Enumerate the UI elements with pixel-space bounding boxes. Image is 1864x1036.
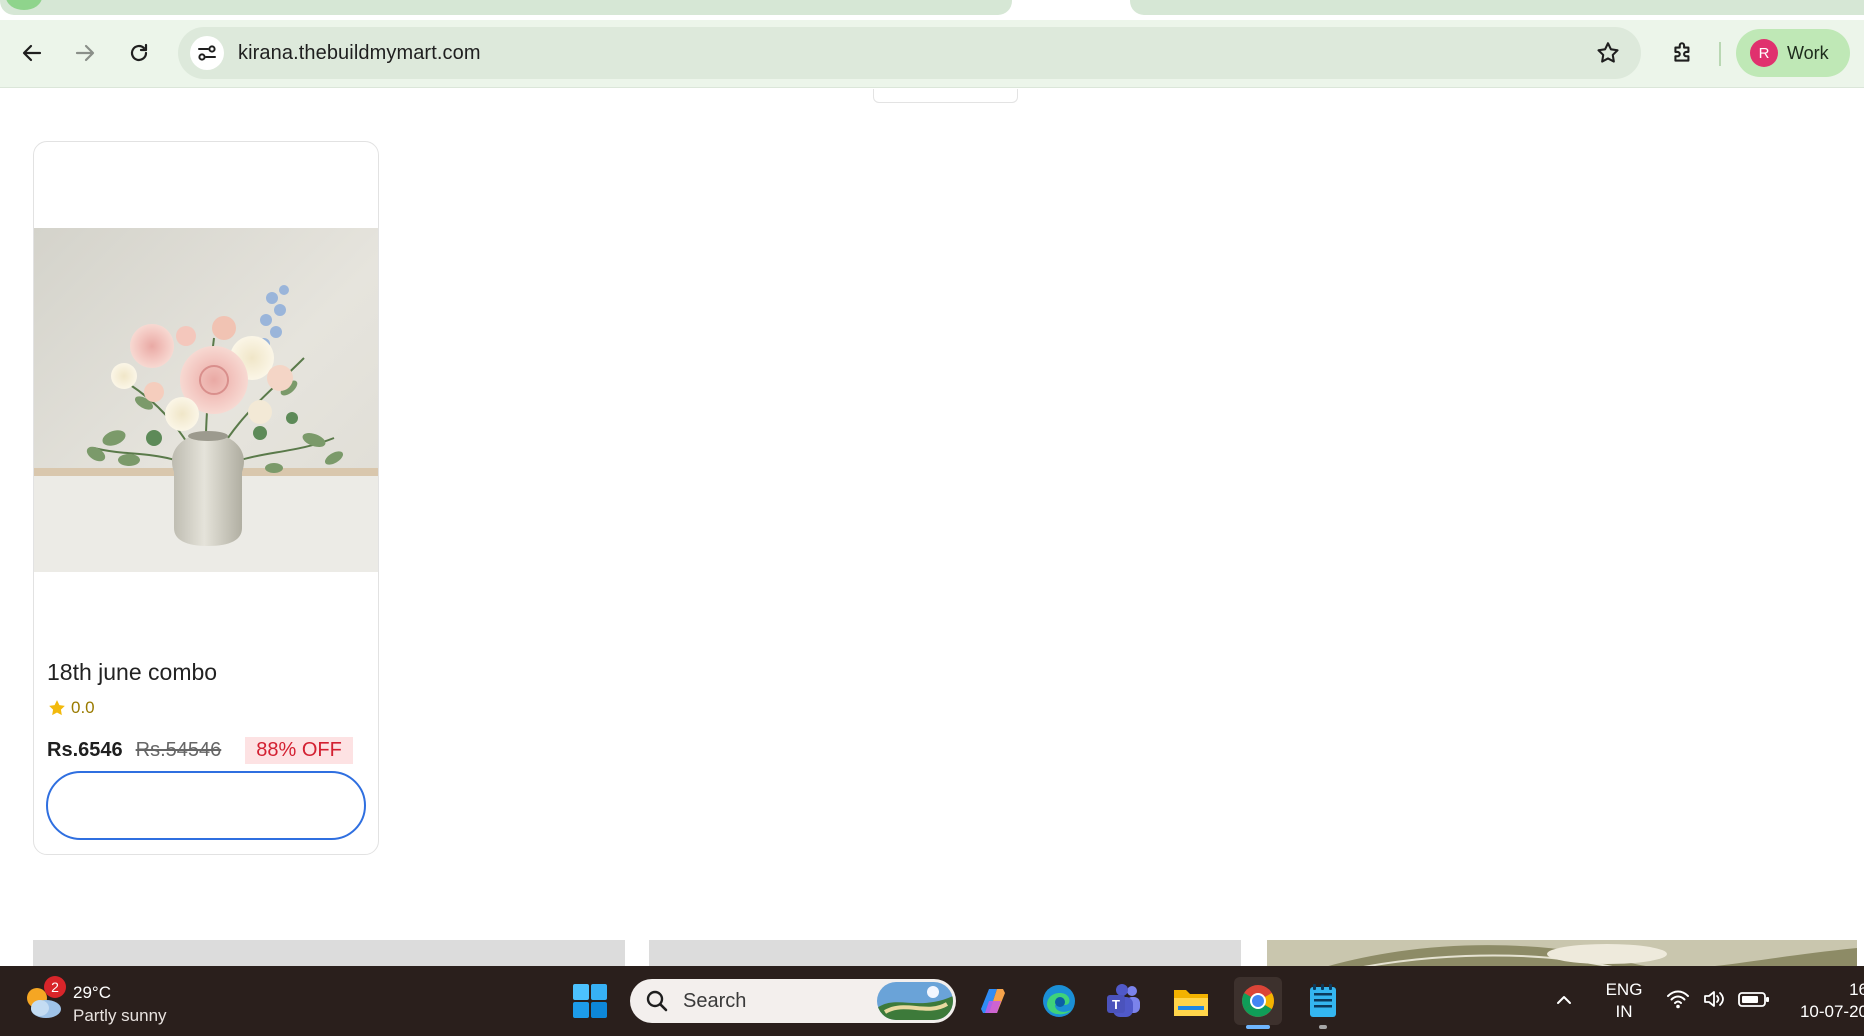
profile-label: Work	[1787, 42, 1829, 63]
product-rating: 0.0	[47, 698, 95, 718]
svg-text:T: T	[1112, 997, 1120, 1012]
url-text[interactable]: kirana.thebuildmymart.com	[238, 42, 481, 65]
lang-line2: IN	[1615, 1002, 1633, 1021]
battery-icon[interactable]	[1738, 989, 1770, 1009]
avatar: R	[1750, 39, 1778, 67]
edge-icon	[1043, 985, 1075, 1017]
extensions-button[interactable]	[1664, 34, 1702, 72]
browser-tab-inactive[interactable]	[1130, 0, 1864, 15]
search-icon	[646, 990, 668, 1012]
edge-button[interactable]	[1035, 977, 1083, 1025]
back-icon	[22, 44, 42, 62]
wifi-icon[interactable]	[1666, 988, 1690, 1010]
reload-button[interactable]	[120, 34, 158, 72]
file-explorer-icon	[1174, 990, 1208, 1016]
tab-favicon	[6, 0, 42, 10]
windows-start-icon	[573, 984, 607, 1018]
copilot-icon	[981, 989, 1005, 1013]
notepad-icon	[1310, 984, 1336, 1017]
copilot-button[interactable]	[969, 977, 1017, 1025]
leaf-image	[1267, 940, 1857, 966]
weather-temp: 29°C	[73, 983, 111, 1002]
extensions-icon	[1674, 42, 1690, 62]
site-info-button[interactable]	[190, 36, 224, 70]
toolbar-divider	[1719, 42, 1721, 66]
chevron-up-icon[interactable]	[1554, 990, 1574, 1010]
weather-widget[interactable]: 2 29°C Partly sunny	[22, 976, 222, 1028]
profile-button[interactable]: R Work	[1736, 29, 1850, 77]
forward-icon	[75, 44, 95, 62]
reload-icon	[130, 43, 148, 62]
product-title[interactable]: 18th june combo	[47, 659, 217, 686]
rating-value: 0.0	[71, 698, 95, 717]
bookmark-star-icon[interactable]	[1595, 40, 1621, 66]
top-partial-element	[873, 89, 1018, 103]
add-to-cart-button[interactable]	[46, 771, 366, 840]
product-card[interactable]: 18th june combo 0.0 Rs.6546 Rs.54546 88%…	[33, 141, 379, 855]
browser-toolbar: kirana.thebuildmymart.com R Work	[0, 20, 1864, 88]
notepad-button[interactable]	[1299, 977, 1347, 1029]
search-highlight-image	[877, 982, 953, 1020]
forward-button[interactable]	[66, 34, 104, 72]
selling-price: Rs.6546	[47, 738, 123, 761]
weather-desc: Partly sunny	[73, 1006, 167, 1025]
address-bar[interactable]: kirana.thebuildmymart.com	[178, 27, 1641, 79]
lang-line1: ENG	[1605, 980, 1643, 999]
product-card-row2-1[interactable]	[33, 940, 625, 966]
file-explorer-button[interactable]	[1167, 977, 1215, 1025]
original-price: Rs.54546	[135, 738, 222, 761]
weather-badge: 2	[44, 976, 66, 998]
taskbar-search[interactable]: Search	[630, 979, 956, 1023]
star-icon	[49, 700, 65, 716]
flower-vase-image	[34, 228, 378, 572]
back-button[interactable]	[13, 34, 51, 72]
site-info-icon	[198, 45, 216, 61]
teams-button[interactable]: T	[1100, 977, 1148, 1025]
clock-date: 10-07-20	[1799, 1002, 1864, 1021]
product-card-row2-2[interactable]	[649, 940, 1241, 966]
chrome-button[interactable]	[1234, 977, 1282, 1029]
browser-tab-active[interactable]	[0, 0, 1012, 15]
system-tray[interactable]	[1666, 988, 1770, 1010]
product-image[interactable]	[34, 228, 378, 572]
language-indicator[interactable]: ENG IN	[1600, 979, 1648, 1023]
windows-taskbar: 2 29°C Partly sunny Search T ENG IN 16 1…	[0, 966, 1864, 1036]
teams-icon: T	[1107, 984, 1140, 1017]
system-clock[interactable]: 16 10-07-20	[1788, 979, 1864, 1023]
chrome-icon	[1242, 985, 1274, 1017]
tab-strip	[0, 0, 1864, 20]
clock-time: 16	[1849, 980, 1864, 999]
start-button[interactable]	[566, 977, 614, 1025]
price-row: Rs.6546 Rs.54546 88% OFF	[47, 736, 367, 764]
search-label: Search	[683, 989, 747, 1012]
screen: kirana.thebuildmymart.com R Work 18th ju…	[0, 0, 1864, 1036]
volume-icon[interactable]	[1702, 988, 1726, 1010]
web-page: 18th june combo 0.0 Rs.6546 Rs.54546 88%…	[0, 89, 1864, 966]
running-indicator	[1319, 1025, 1327, 1029]
product-card-row2-3[interactable]	[1267, 940, 1857, 966]
running-indicator	[1246, 1025, 1270, 1029]
discount-badge: 88% OFF	[245, 736, 353, 764]
